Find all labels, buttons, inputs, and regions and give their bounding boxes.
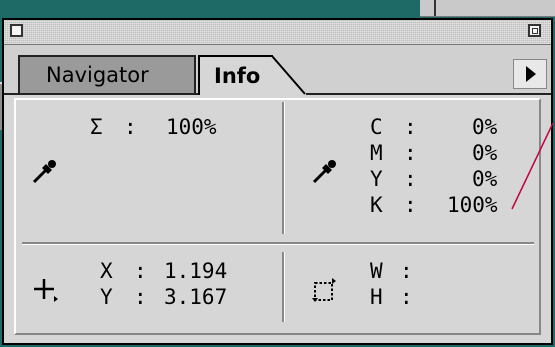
background-window-edge bbox=[420, 0, 555, 17]
black-label: K bbox=[370, 193, 383, 217]
magenta-value: 0% bbox=[472, 141, 498, 165]
vertical-divider-bottom bbox=[282, 252, 285, 322]
vertical-divider-top bbox=[282, 102, 285, 234]
tab-navigator-label: Navigator bbox=[46, 63, 149, 87]
info-palette: Navigator Info Σ : 100% C : 0% M : 0% Y … bbox=[2, 18, 553, 345]
tab-info[interactable]: Info bbox=[198, 55, 272, 95]
y-label: Y bbox=[100, 285, 113, 309]
yellow-value: 0% bbox=[472, 167, 498, 191]
gray-symbol: Σ bbox=[90, 115, 103, 139]
cyan-colon: : bbox=[404, 115, 417, 139]
tab-navigator[interactable]: Navigator bbox=[18, 55, 196, 93]
x-colon: : bbox=[134, 259, 147, 283]
width-colon: : bbox=[400, 259, 413, 283]
x-value: 1.194 bbox=[164, 259, 228, 283]
zoom-box[interactable] bbox=[528, 24, 541, 37]
yellow-colon: : bbox=[404, 167, 417, 191]
marquee-icon bbox=[312, 278, 336, 302]
magenta-colon: : bbox=[404, 141, 417, 165]
gray-value: 100% bbox=[166, 115, 217, 139]
gray-colon: : bbox=[124, 115, 137, 139]
height-colon: : bbox=[400, 285, 413, 309]
palette-title-bar[interactable] bbox=[4, 20, 551, 45]
yellow-label: Y bbox=[370, 167, 383, 191]
magenta-label: M bbox=[370, 141, 383, 165]
annotation-line bbox=[511, 122, 554, 210]
close-box[interactable] bbox=[10, 24, 23, 37]
y-value: 3.167 bbox=[164, 285, 228, 309]
crosshair-icon bbox=[34, 279, 58, 302]
tab-info-label: Info bbox=[214, 64, 261, 88]
black-colon: : bbox=[404, 193, 417, 217]
x-label: X bbox=[100, 259, 113, 283]
y-colon: : bbox=[134, 285, 147, 309]
palette-menu-button[interactable] bbox=[513, 59, 547, 89]
eyedropper-icon bbox=[32, 160, 56, 184]
eyedropper-icon bbox=[312, 160, 336, 184]
cyan-label: C bbox=[370, 115, 383, 139]
background-rule bbox=[434, 0, 436, 16]
cyan-value: 0% bbox=[472, 115, 498, 139]
tab-info-edge bbox=[270, 55, 306, 95]
black-value: 100% bbox=[447, 193, 498, 217]
width-label: W bbox=[370, 259, 383, 283]
height-label: H bbox=[370, 285, 383, 309]
horizontal-divider bbox=[22, 242, 534, 245]
